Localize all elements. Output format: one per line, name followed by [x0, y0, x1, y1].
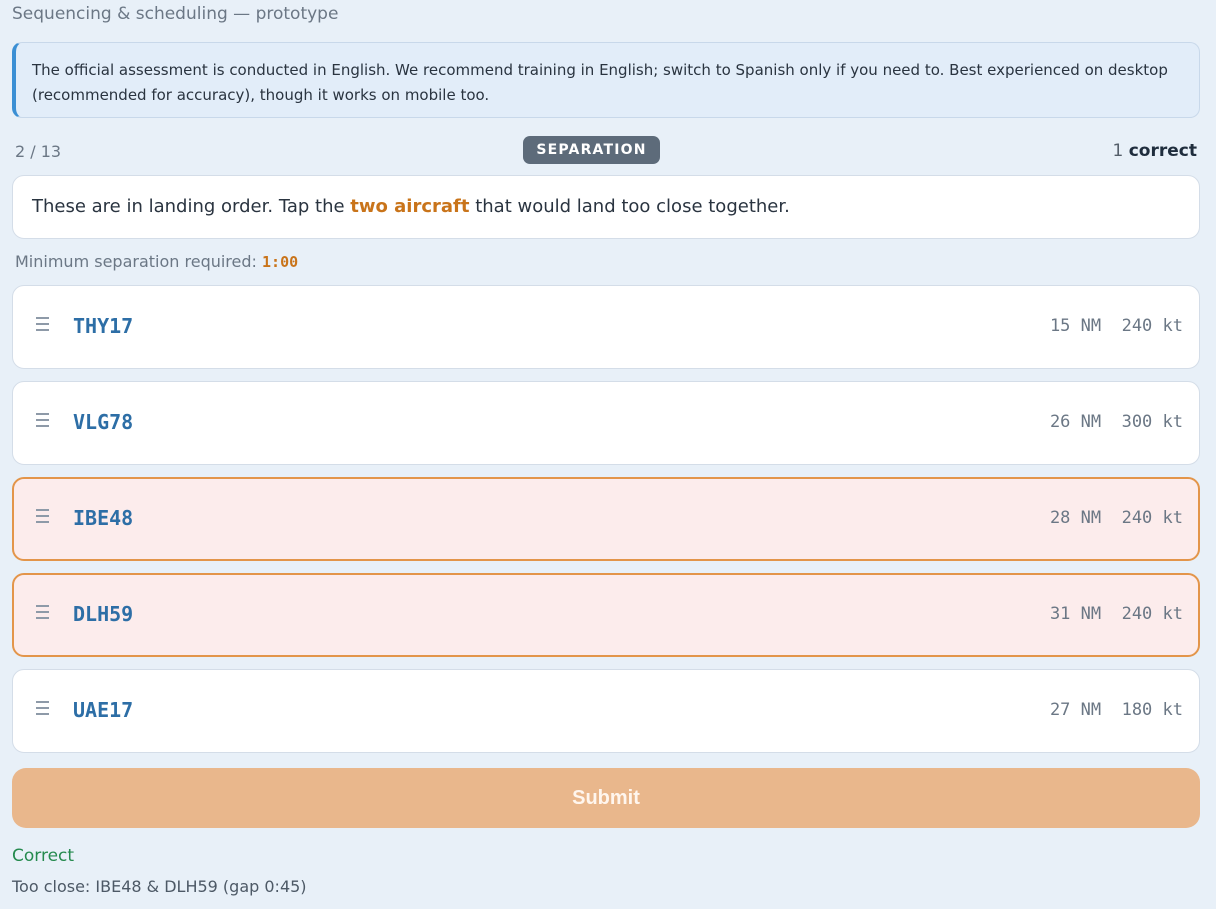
aircraft-callsign: IBE48 — [73, 506, 134, 530]
aircraft-metrics: 31 NM 240 kt — [1049, 604, 1183, 624]
aircraft-callsign: UAE17 — [73, 698, 134, 722]
status-row: 2 / 13 SEPARATION 1 correct — [15, 136, 1197, 166]
grip-lines-icon[interactable] — [36, 317, 50, 331]
app-title: Sequencing & scheduling — prototype — [12, 4, 339, 24]
aircraft-card[interactable]: UAE17 27 NM 180 kt — [12, 669, 1200, 753]
result-detail: Too close: IBE48 & DLH59 (gap 0:45) — [12, 877, 307, 896]
question-text-before: These are in landing order. Tap the — [32, 196, 351, 217]
aircraft-callsign: THY17 — [73, 314, 134, 338]
aircraft-metrics: 26 NM 300 kt — [1049, 412, 1183, 432]
aircraft-metrics: 15 NM 240 kt — [1049, 316, 1183, 336]
grip-lines-icon[interactable] — [36, 509, 50, 523]
aircraft-callsign: VLG78 — [73, 410, 134, 434]
question-prompt: These are in landing order. Tap the two … — [12, 175, 1200, 239]
question-highlight: two aircraft — [350, 196, 470, 217]
min-separation-label: Minimum separation required: — [15, 252, 263, 271]
question-progress: 2 / 13 — [15, 142, 62, 161]
aircraft-card[interactable]: DLH59 31 NM 240 kt — [12, 573, 1200, 657]
aircraft-card[interactable]: IBE48 28 NM 240 kt — [12, 477, 1200, 561]
grip-lines-icon[interactable] — [36, 701, 50, 715]
grip-lines-icon[interactable] — [36, 605, 50, 619]
grip-lines-icon[interactable] — [36, 413, 50, 427]
submit-button[interactable]: Submit — [12, 768, 1200, 828]
aircraft-list: THY17 15 NM 240 kt VLG78 26 NM 300 kt IB… — [12, 285, 1200, 765]
language-notice: The official assessment is conducted in … — [12, 42, 1200, 118]
aircraft-card[interactable]: VLG78 26 NM 300 kt — [12, 381, 1200, 465]
score-display: 1 correct — [1113, 141, 1198, 161]
aircraft-metrics: 27 NM 180 kt — [1049, 700, 1183, 720]
page: Sequencing & scheduling — prototype The … — [0, 0, 1216, 909]
score-count: 1 — [1112, 141, 1124, 161]
aircraft-metrics: 28 NM 240 kt — [1049, 508, 1183, 528]
min-separation: Minimum separation required: 1:00 — [15, 252, 298, 271]
score-label: correct — [1128, 141, 1197, 161]
mode-badge: SEPARATION — [523, 136, 660, 164]
min-separation-value: 1:00 — [262, 253, 299, 271]
result-title: Correct — [12, 846, 75, 866]
aircraft-card[interactable]: THY17 15 NM 240 kt — [12, 285, 1200, 369]
aircraft-callsign: DLH59 — [73, 602, 134, 626]
question-text-after: that would land too close together. — [469, 196, 790, 217]
